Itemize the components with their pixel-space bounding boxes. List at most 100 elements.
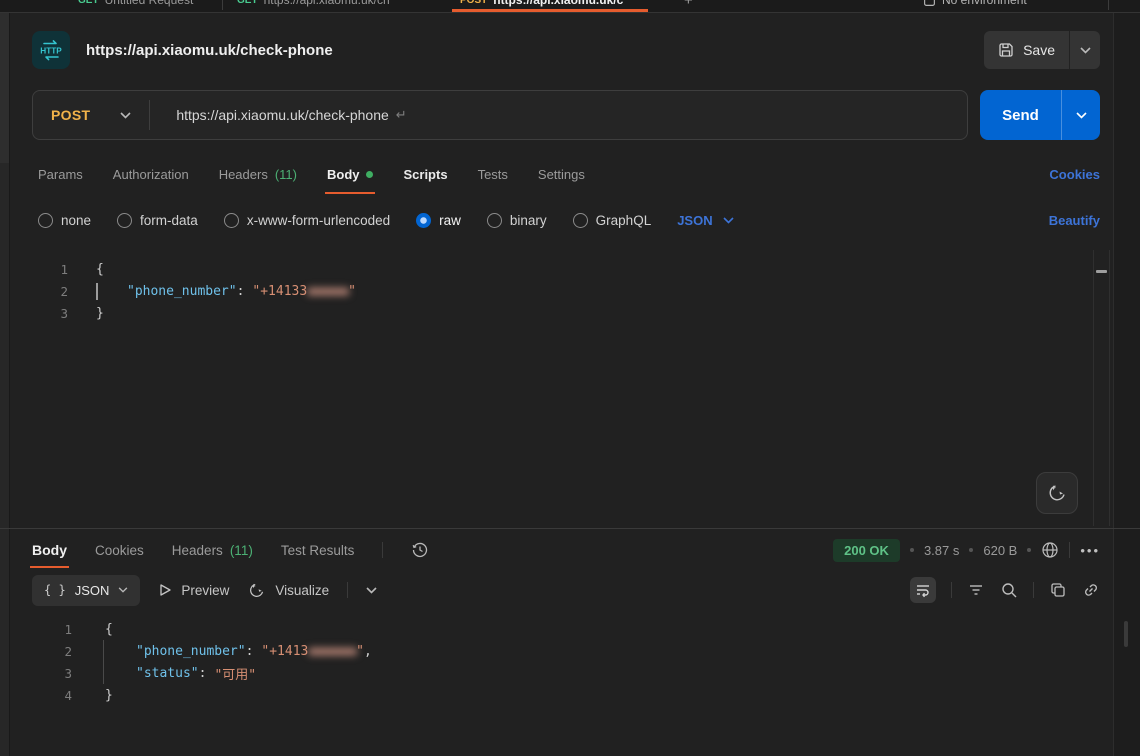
save-label: Save xyxy=(1023,42,1055,58)
history-clock-icon xyxy=(411,541,429,559)
app-window: GET Untitled Request GET https://api.xia… xyxy=(0,0,1140,756)
globe-icon xyxy=(1041,541,1059,559)
method-selector[interactable]: POST xyxy=(33,107,149,123)
response-body-viewer[interactable]: 1 { 2 "phone_number" : "+1413 ●●●●●●● " … xyxy=(0,613,1140,706)
tab-divider xyxy=(1108,0,1109,10)
body-type-form-data[interactable]: form-data xyxy=(117,213,198,228)
response-history-button[interactable] xyxy=(411,541,429,559)
line-number: 3 xyxy=(0,306,68,321)
line-number: 2 xyxy=(0,284,68,299)
tab-headers[interactable]: Headers(11) xyxy=(219,154,297,194)
active-tab-underline xyxy=(452,9,648,12)
response-action-icons xyxy=(910,577,1100,603)
tab-settings[interactable]: Settings xyxy=(538,154,585,194)
radio-icon xyxy=(117,213,132,228)
language-selector[interactable]: JSON xyxy=(677,213,733,228)
share-link-button[interactable] xyxy=(1082,581,1100,599)
save-icon xyxy=(998,42,1014,58)
wrap-text-icon xyxy=(914,581,932,599)
filter-icon xyxy=(967,581,985,599)
body-type-none[interactable]: none xyxy=(38,213,91,228)
tab-scripts[interactable]: Scripts xyxy=(403,154,447,194)
response-size[interactable]: 620 B xyxy=(983,543,1017,558)
response-format-selector[interactable]: { } JSON xyxy=(32,575,140,606)
code-line-4[interactable]: 4 } xyxy=(0,684,1140,706)
editor-scrollbar-track[interactable] xyxy=(1093,250,1110,526)
url-divider xyxy=(149,100,150,130)
editor-scrollbar-thumb[interactable] xyxy=(1096,270,1107,273)
filter-button[interactable] xyxy=(967,581,985,599)
response-tab-cookies[interactable]: Cookies xyxy=(95,529,144,571)
code-line-3[interactable]: 3 "status" : "可用" xyxy=(0,662,1140,684)
visualize-options-button[interactable] xyxy=(366,587,377,594)
dot-separator xyxy=(969,548,973,552)
response-scrollbar-thumb[interactable] xyxy=(1124,621,1128,647)
response-tab-body[interactable]: Body xyxy=(32,529,67,571)
environment-icon xyxy=(923,0,936,7)
response-status-group: 200 OK 3.87 s 620 B ••• xyxy=(833,539,1100,562)
tab-tests[interactable]: Tests xyxy=(478,154,508,194)
tab-label: https://api.xiaomu.uk/ch xyxy=(264,0,390,7)
tab-params[interactable]: Params xyxy=(38,154,83,194)
wrap-text-button[interactable] xyxy=(910,577,936,603)
response-time[interactable]: 3.87 s xyxy=(924,543,959,558)
response-tab-test-results[interactable]: Test Results xyxy=(281,529,355,571)
send-button[interactable]: Send xyxy=(980,90,1061,140)
send-split-button: Send xyxy=(980,90,1100,140)
body-type-graphql[interactable]: GraphQL xyxy=(573,213,652,228)
divider xyxy=(1033,582,1034,598)
url-input[interactable]: https://api.xiaomu.uk/check-phone xyxy=(176,107,388,123)
body-type-row: none form-data x-www-form-urlencoded raw… xyxy=(38,204,1100,236)
radio-icon xyxy=(38,213,53,228)
chevron-down-icon xyxy=(723,217,734,224)
radio-selected-icon xyxy=(416,213,431,228)
postbot-button[interactable] xyxy=(1036,472,1078,514)
body-type-urlencoded[interactable]: x-www-form-urlencoded xyxy=(224,213,390,228)
enter-key-icon: ↵ xyxy=(396,107,407,123)
body-type-binary[interactable]: binary xyxy=(487,213,547,228)
visualize-button[interactable]: Visualize xyxy=(247,581,329,600)
chevron-down-icon xyxy=(366,587,377,594)
body-type-raw[interactable]: raw xyxy=(416,213,461,228)
line-number: 4 xyxy=(0,688,72,703)
code-line-3[interactable]: 3 } xyxy=(0,302,1140,324)
search-response-button[interactable] xyxy=(1000,581,1018,599)
method-label: POST xyxy=(51,107,90,123)
more-options-button[interactable]: ••• xyxy=(1080,543,1100,558)
new-tab-button[interactable]: + xyxy=(684,0,693,11)
code-line-1[interactable]: 1 { xyxy=(0,618,1140,640)
response-tabs: Body Cookies Headers(11) Test Results 20… xyxy=(32,529,1100,571)
code-line-2[interactable]: 2 "phone_number" : "+14133 ●●●●●● " xyxy=(0,280,1140,302)
svg-text:HTTP: HTTP xyxy=(40,47,62,56)
save-options-button[interactable] xyxy=(1070,31,1100,69)
environment-label: No environment xyxy=(942,0,1027,7)
request-body-editor[interactable]: 1 { 2 "phone_number" : "+14133 ●●●●●● " … xyxy=(0,248,1140,529)
braces-icon: { } xyxy=(44,583,66,597)
code-line-2[interactable]: 2 "phone_number" : "+1413 ●●●●●●● " , xyxy=(0,640,1140,662)
code-line-1[interactable]: 1 { xyxy=(0,258,1140,280)
copy-response-button[interactable] xyxy=(1049,581,1067,599)
tab-untitled-request[interactable]: GET Untitled Request xyxy=(78,0,193,11)
tab-body[interactable]: Body xyxy=(327,154,374,194)
url-bar: POST https://api.xiaomu.uk/check-phone ↵ xyxy=(32,90,968,140)
send-options-button[interactable] xyxy=(1062,90,1100,140)
beautify-link[interactable]: Beautify xyxy=(1049,213,1100,228)
tab-label: https://api.xiaomu.uk/c xyxy=(493,0,623,7)
cookies-link[interactable]: Cookies xyxy=(1049,167,1100,182)
status-badge[interactable]: 200 OK xyxy=(833,539,900,562)
chevron-down-icon xyxy=(1080,47,1091,54)
network-info-button[interactable] xyxy=(1041,541,1059,559)
link-icon xyxy=(1082,581,1100,599)
tab-authorization[interactable]: Authorization xyxy=(113,154,189,194)
save-button[interactable]: Save xyxy=(984,31,1069,69)
tab-label: Untitled Request xyxy=(105,0,194,7)
environment-selector[interactable]: No environment xyxy=(923,0,1027,11)
preview-button[interactable]: Preview xyxy=(158,583,229,598)
format-label: JSON xyxy=(75,583,110,598)
radio-icon xyxy=(224,213,239,228)
tab-request-2[interactable]: GET https://api.xiaomu.uk/ch xyxy=(237,0,390,11)
line-number: 1 xyxy=(0,262,68,277)
play-icon xyxy=(158,583,172,597)
response-tab-headers[interactable]: Headers(11) xyxy=(172,529,253,571)
http-request-icon: HTTP xyxy=(32,31,70,69)
